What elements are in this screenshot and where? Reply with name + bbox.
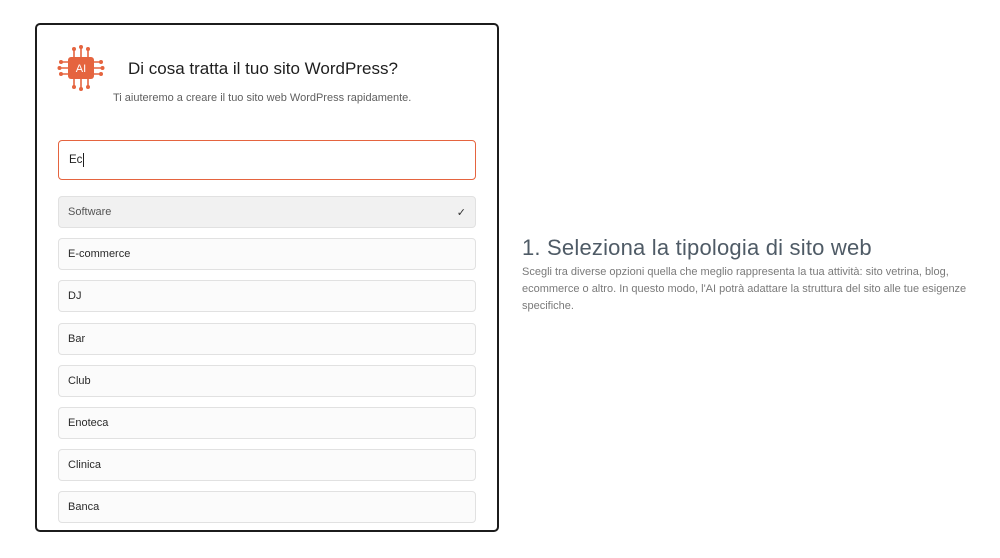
option-label: Bar	[68, 332, 86, 345]
check-icon: ✓	[456, 206, 466, 219]
option-label: Clinica	[68, 459, 102, 472]
option-label: Club	[68, 374, 91, 387]
step-title: 1. Seleziona la tipologia di sito web	[522, 235, 872, 260]
page: AI Di cosa tratta il tuo sito WordPress?…	[0, 0, 1000, 558]
step-description: 1. Seleziona la tipologia di sito web Sc…	[522, 235, 982, 315]
option-label: E-commerce	[68, 248, 131, 261]
option-label: Enoteca	[68, 416, 109, 429]
text-caret	[83, 153, 85, 167]
website-type-search-input[interactable]: Ec	[58, 140, 476, 180]
website-type-options-list: Software ✓ E-commerce DJ Bar Club Enotec…	[58, 196, 476, 530]
card-subtitle: Ti aiuteremo a creare il tuo sito web Wo…	[113, 92, 412, 104]
option-e-commerce[interactable]: E-commerce	[58, 238, 476, 271]
card-title: Di cosa tratta il tuo sito WordPress?	[128, 59, 398, 78]
logo-text: AI	[76, 63, 86, 75]
option-software[interactable]: Software ✓	[58, 196, 476, 228]
option-label: DJ	[68, 290, 82, 303]
step-text: Scegli tra diverse opzioni quella che me…	[522, 266, 967, 312]
website-type-card: AI Di cosa tratta il tuo sito WordPress?…	[35, 23, 499, 532]
option-enoteca[interactable]: Enoteca	[58, 406, 476, 439]
option-label: Software	[68, 206, 112, 218]
option-clinica[interactable]: Clinica	[58, 449, 476, 482]
option-label: Banca	[68, 501, 100, 514]
ai-chip-icon: AI	[57, 45, 105, 91]
option-club[interactable]: Club	[58, 364, 476, 397]
option-bar[interactable]: Bar	[58, 322, 476, 355]
option-banca[interactable]: Banca	[58, 491, 476, 524]
option-dj[interactable]: DJ	[58, 280, 476, 313]
search-input-value: Ec	[69, 154, 83, 166]
